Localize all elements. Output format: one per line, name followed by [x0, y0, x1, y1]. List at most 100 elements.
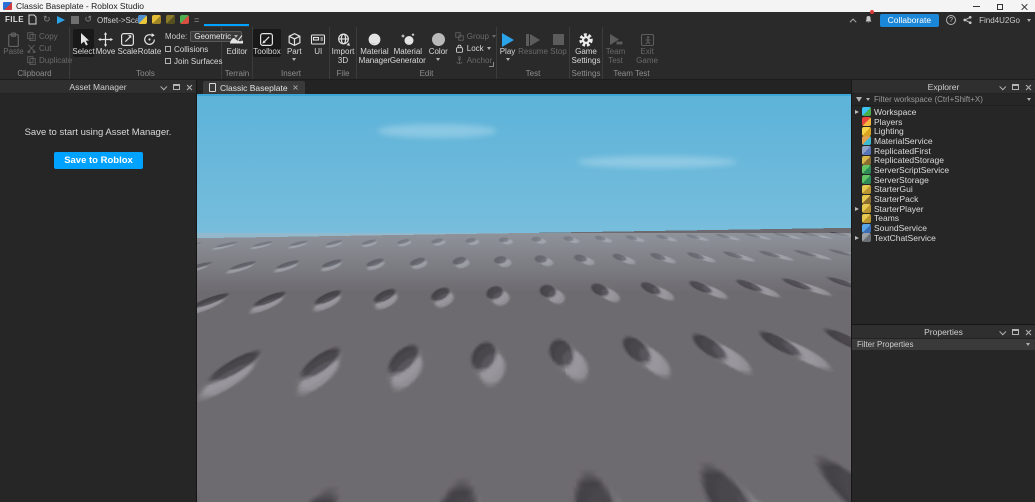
- explorer-item-replicatedstorage[interactable]: ReplicatedStorage: [852, 155, 1035, 165]
- scale-tool-button[interactable]: Scale: [117, 29, 138, 57]
- quick-access-toolbar: ↻ ↺: [28, 14, 92, 25]
- panel-menu-icon[interactable]: [999, 327, 1007, 335]
- explorer-filter-row[interactable]: Filter workspace (Ctrl+Shift+X): [852, 94, 1035, 106]
- select-tool-button[interactable]: Select: [72, 29, 95, 57]
- resume-button[interactable]: Resume: [518, 29, 548, 57]
- close-panel-icon[interactable]: [1025, 84, 1032, 91]
- save-file-icon[interactable]: [28, 14, 37, 25]
- float-panel-icon[interactable]: [1012, 329, 1019, 335]
- material-generator-icon: [400, 31, 416, 48]
- plugin-icon[interactable]: [138, 15, 147, 24]
- account-caret-icon[interactable]: [1027, 18, 1031, 22]
- properties-header[interactable]: Properties: [852, 325, 1035, 339]
- terrain-editor-button[interactable]: Editor: [227, 29, 248, 57]
- minimize-button[interactable]: [969, 2, 983, 11]
- help-icon[interactable]: ?: [946, 15, 957, 25]
- explorer-item-teams[interactable]: Teams: [852, 213, 1035, 223]
- explorer-item-materialservice[interactable]: MaterialService: [852, 136, 1035, 146]
- duplicate-button[interactable]: Duplicate: [27, 55, 72, 65]
- close-panel-icon[interactable]: [1025, 329, 1032, 336]
- terrain-group-label: Terrain: [224, 69, 250, 78]
- ui-button[interactable]: UI: [308, 29, 329, 57]
- explorer-item-serverscriptservice[interactable]: ServerScriptService: [852, 165, 1035, 175]
- collaborate-button[interactable]: Collaborate: [879, 13, 940, 27]
- close-button[interactable]: [1017, 2, 1031, 11]
- paste-button[interactable]: Paste: [3, 29, 24, 57]
- explorer-item-replicatedfirst[interactable]: ReplicatedFirst: [852, 146, 1035, 156]
- service-icon: [862, 117, 871, 127]
- viewport-tabbar: Classic Baseplate: [197, 80, 851, 94]
- material-generator-button[interactable]: Material Generator: [390, 29, 426, 65]
- explorer-item-startergui[interactable]: StarterGui: [852, 184, 1035, 194]
- explorer-item-soundservice[interactable]: SoundService: [852, 223, 1035, 233]
- plugin-icon[interactable]: [180, 15, 189, 24]
- color-button[interactable]: Color: [428, 29, 449, 61]
- service-icon: [862, 165, 871, 175]
- filter-funnel-icon[interactable]: [856, 97, 862, 102]
- quick-stop-icon[interactable]: [70, 15, 79, 24]
- game-settings-button[interactable]: Game Settings: [570, 29, 602, 65]
- baseplate[interactable]: [197, 146, 851, 248]
- toolbox-button[interactable]: Toolbox: [253, 29, 281, 57]
- explorer-item-lighting[interactable]: Lighting: [852, 126, 1035, 136]
- account-name[interactable]: Find4U2Go: [979, 16, 1020, 25]
- properties-filter-row[interactable]: Filter Properties: [852, 339, 1035, 350]
- redo-icon[interactable]: ↻: [43, 15, 51, 24]
- save-to-roblox-button[interactable]: Save to Roblox: [54, 152, 143, 169]
- material-manager-button[interactable]: Material Manager: [359, 29, 390, 65]
- expand-arrow-icon[interactable]: [855, 206, 859, 211]
- explorer-item-workspace[interactable]: Workspace: [852, 107, 1035, 117]
- explorer-item-serverstorage[interactable]: ServerStorage: [852, 175, 1035, 185]
- explorer-item-starterplayer[interactable]: StarterPlayer: [852, 204, 1035, 214]
- expand-arrow-icon[interactable]: [855, 109, 859, 114]
- import-3d-button[interactable]: Import 3D: [330, 29, 356, 65]
- material-manager-icon: [367, 31, 382, 48]
- quick-play-icon[interactable]: [56, 15, 65, 24]
- team-test-button[interactable]: Team Test: [603, 29, 628, 65]
- explorer-filter-input[interactable]: Filter workspace (Ctrl+Shift+X): [874, 95, 1023, 104]
- rotate-tool-button[interactable]: Rotate: [138, 29, 161, 57]
- explorer-header[interactable]: Explorer: [852, 80, 1035, 94]
- expand-arrow-icon[interactable]: [855, 235, 859, 240]
- copy-button[interactable]: Copy: [27, 31, 72, 41]
- asset-manager-message: Save to start using Asset Manager.: [24, 127, 172, 138]
- explorer-item-players[interactable]: Players: [852, 117, 1035, 127]
- group-button[interactable]: Group: [455, 31, 496, 41]
- filter-caret-icon[interactable]: [1027, 98, 1031, 101]
- explorer-item-textchatservice[interactable]: TextChatService: [852, 233, 1035, 243]
- properties-filter-input[interactable]: Filter Properties: [857, 340, 1026, 349]
- panel-menu-icon[interactable]: [160, 82, 168, 90]
- part-button[interactable]: Part: [284, 29, 305, 61]
- float-panel-icon[interactable]: [1012, 84, 1019, 90]
- properties-filter-caret-icon[interactable]: [1026, 343, 1030, 346]
- undo-icon[interactable]: ↺: [85, 15, 93, 24]
- stop-button[interactable]: Stop: [548, 29, 569, 57]
- close-panel-icon[interactable]: [186, 84, 193, 91]
- share-icon[interactable]: [963, 15, 972, 25]
- close-tab-icon[interactable]: [292, 85, 298, 91]
- menubar-right-cluster: Collaborate ? Find4U2Go: [849, 10, 1031, 27]
- anchor-icon: [455, 55, 463, 64]
- viewport-3d[interactable]: [197, 96, 851, 502]
- asset-manager-header[interactable]: Asset Manager: [0, 80, 196, 94]
- exit-game-button[interactable]: Exit Game: [634, 29, 660, 65]
- cut-button[interactable]: Cut: [27, 43, 72, 53]
- lock-button[interactable]: Lock: [455, 43, 496, 53]
- rotate-icon: [142, 31, 157, 48]
- panel-menu-icon[interactable]: [999, 82, 1007, 90]
- filter-options-caret-icon[interactable]: [866, 98, 870, 101]
- file-menu-button[interactable]: FILE: [5, 15, 24, 24]
- edit-dialog-launcher-icon[interactable]: [489, 62, 494, 67]
- customize-quick-access-icon[interactable]: =: [194, 15, 199, 25]
- service-icon: [862, 136, 871, 146]
- viewport-tab[interactable]: Classic Baseplate: [203, 81, 305, 94]
- move-tool-button[interactable]: Move: [95, 29, 116, 57]
- service-icon: [862, 184, 871, 194]
- explorer-item-starterpack[interactable]: StarterPack: [852, 194, 1035, 204]
- plugin-icon[interactable]: [152, 15, 161, 24]
- float-panel-icon[interactable]: [173, 84, 180, 90]
- plugin-icon[interactable]: [166, 15, 175, 24]
- maximize-button[interactable]: [993, 2, 1007, 11]
- collapse-ribbon-icon[interactable]: [849, 17, 857, 25]
- play-button[interactable]: Play: [497, 29, 518, 61]
